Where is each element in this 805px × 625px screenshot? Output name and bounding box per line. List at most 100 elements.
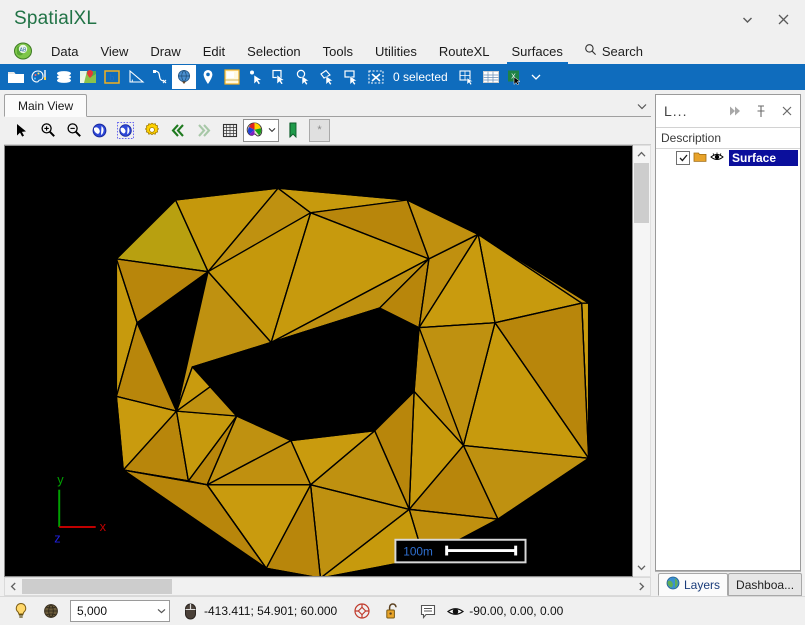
menu-item-selection[interactable]: Selection: [236, 38, 311, 64]
menu-item-edit[interactable]: Edit: [192, 38, 236, 64]
layers-list: Surface: [656, 149, 800, 570]
cursor-coordinates: -413.411; 54.901; 60.000: [204, 604, 338, 618]
minimize-button[interactable]: [729, 4, 765, 34]
curve-edit-icon[interactable]: [148, 65, 172, 89]
viewport-vertical-scrollbar[interactable]: [633, 144, 651, 577]
app-title: SpatialXL: [14, 8, 98, 29]
palette-brush-icon[interactable]: [28, 65, 52, 89]
select-fence-icon[interactable]: [340, 65, 364, 89]
tab-layers[interactable]: Layers: [658, 573, 729, 596]
tab-main-view[interactable]: Main View: [4, 94, 88, 117]
view-toolbar: *: [4, 117, 651, 145]
view-tab-strip: Main View: [4, 94, 651, 117]
color-palette-icon: [244, 121, 265, 140]
select-rectangle-icon[interactable]: [268, 65, 292, 89]
zoom-out-icon[interactable]: [61, 119, 86, 142]
title-bar: SpatialXL: [0, 0, 805, 38]
globe-rotate-icon[interactable]: [87, 119, 112, 142]
location-marker-icon[interactable]: [196, 65, 220, 89]
bookmark-flag-icon[interactable]: [280, 119, 305, 142]
view-tab-caret[interactable]: [637, 99, 647, 113]
map-pin-icon[interactable]: [76, 65, 100, 89]
light-bulb-icon[interactable]: [6, 598, 36, 624]
folder-icon: [693, 151, 707, 166]
layer-name-label[interactable]: Surface: [729, 150, 799, 166]
panel-header: L...: [656, 95, 800, 128]
scale-bar: 100m: [394, 538, 527, 564]
layers-panel-frame: L... Description Surface: [655, 94, 801, 571]
select-polygon-icon[interactable]: [316, 65, 340, 89]
globe-pan-icon[interactable]: [113, 119, 138, 142]
layers-stack-icon[interactable]: [52, 65, 76, 89]
menu-label: Utilities: [375, 43, 417, 59]
menu-bar: AB Data View Draw Edit Selection Tools U…: [0, 38, 805, 64]
menu-item-routexl[interactable]: RouteXL: [428, 38, 501, 64]
scroll-up-arrow[interactable]: [633, 146, 650, 163]
menu-label: RouteXL: [438, 43, 490, 59]
table-view-icon[interactable]: [479, 65, 503, 89]
axis-x-label: x: [100, 519, 107, 534]
3d-viewport[interactable]: y x z 100m: [4, 144, 633, 577]
scroll-left-arrow[interactable]: [5, 578, 22, 595]
layer-visible-checkbox[interactable]: [676, 151, 690, 165]
grid-toggle-icon[interactable]: [217, 119, 242, 142]
menu-label: Selection: [247, 43, 301, 59]
surface-mesh-canvas: y x z 100m: [5, 145, 632, 576]
menu-label: Draw: [150, 43, 181, 59]
next-view-icon[interactable]: [191, 119, 216, 142]
excel-export-icon[interactable]: X: [503, 65, 527, 89]
scale-caret-icon[interactable]: [153, 608, 169, 614]
search-icon: [584, 43, 597, 59]
pointer-arrow-icon[interactable]: [9, 119, 34, 142]
scale-value: 5,000: [77, 604, 108, 618]
open-folder-icon[interactable]: [4, 65, 28, 89]
tab-label: Dashboa...: [736, 577, 795, 592]
axis-y-label: y: [57, 472, 64, 487]
settings-gear-icon[interactable]: [139, 119, 164, 142]
menu-item-view[interactable]: View: [89, 38, 139, 64]
previous-view-icon[interactable]: [165, 119, 190, 142]
extra-options-button[interactable]: *: [309, 118, 330, 142]
select-point-icon[interactable]: [244, 65, 268, 89]
close-button[interactable]: [765, 4, 801, 34]
toolbar-overflow-caret[interactable]: [527, 65, 545, 89]
expand-right-icon[interactable]: [722, 97, 748, 125]
menu-item-utilities[interactable]: Utilities: [364, 38, 428, 64]
scroll-down-arrow[interactable]: [633, 559, 650, 576]
eye-icon[interactable]: [443, 598, 467, 624]
unlock-icon[interactable]: [377, 598, 407, 624]
app-logo-icon[interactable]: AB: [6, 38, 40, 64]
search-box[interactable]: Search: [574, 38, 653, 64]
table-row[interactable]: Surface: [656, 149, 800, 167]
scroll-right-arrow[interactable]: [633, 578, 650, 595]
pin-icon[interactable]: [748, 97, 774, 125]
angle-measure-icon[interactable]: [124, 65, 148, 89]
message-icon[interactable]: [413, 598, 443, 624]
scale-dropdown[interactable]: 5,000: [70, 600, 170, 622]
clear-selection-icon[interactable]: [364, 65, 388, 89]
horizontal-scroll-thumb[interactable]: [22, 579, 172, 594]
color-palette-dropdown[interactable]: [243, 118, 279, 142]
eye-icon[interactable]: [710, 151, 724, 166]
close-icon[interactable]: [774, 97, 800, 125]
menu-item-tools[interactable]: Tools: [312, 38, 364, 64]
menu-label: Edit: [202, 43, 226, 59]
palette-caret-icon[interactable]: [265, 121, 278, 140]
select-circle-icon[interactable]: [292, 65, 316, 89]
menu-item-data[interactable]: Data: [40, 38, 89, 64]
vertical-scroll-thumb[interactable]: [634, 162, 649, 223]
viewport-horizontal-scrollbar[interactable]: [4, 577, 651, 596]
grid-select-icon[interactable]: [455, 65, 479, 89]
snap-target-icon[interactable]: [347, 598, 377, 624]
tab-dashboard[interactable]: Dashboa...: [728, 573, 803, 596]
globe-wireframe-icon[interactable]: [172, 65, 196, 89]
globe-wire-icon[interactable]: [36, 598, 66, 624]
zoom-in-icon[interactable]: [35, 119, 60, 142]
menu-item-surfaces[interactable]: Surfaces: [501, 38, 574, 64]
page-map-icon[interactable]: [220, 65, 244, 89]
axis-z-label: z: [54, 531, 60, 546]
menu-item-draw[interactable]: Draw: [139, 38, 191, 64]
viewport-area: y x z 100m: [4, 144, 651, 596]
boundary-box-icon[interactable]: b: [100, 65, 124, 89]
viewport-row: y x z 100m: [4, 144, 651, 577]
